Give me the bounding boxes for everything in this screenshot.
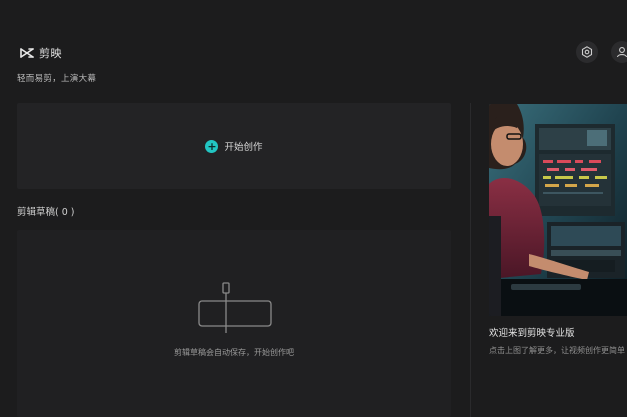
logo: 剪映 [19,45,62,61]
promo-illustration [489,104,627,316]
promo-description: 点击上图了解更多，让视频创作更简单 [489,346,625,355]
user-button[interactable] [611,41,627,63]
promo-title: 欢迎来到剪映专业版 [489,328,575,339]
plus-circle-icon: + [205,139,219,153]
promo-banner-image[interactable] [489,104,627,316]
header: 剪映 轻而易剪，上演大幕 [0,0,627,100]
settings-icon [581,46,593,58]
panel-divider [470,103,471,417]
drafts-list: 剪辑草稿会自动保存，开始创作吧 [17,230,451,417]
start-creating-content: + 开始创作 [205,139,263,153]
capcut-logo-icon [20,48,34,58]
app-name: 剪映 [39,47,62,60]
start-creating-button[interactable]: + 开始创作 [17,103,451,189]
empty-drafts-message: 剪辑草稿会自动保存，开始创作吧 [174,348,294,357]
timeline-illustration-icon [198,282,272,333]
drafts-title: 剪辑草稿( 0 ) [17,207,75,218]
app-window: 剪映 轻而易剪，上演大幕 + 开始创作 剪辑草稿( 0 ) 剪辑草稿会自动保存，… [0,0,627,417]
user-icon [616,47,627,58]
start-creating-label: 开始创作 [224,142,263,153]
settings-button[interactable] [576,41,598,63]
slogan: 轻而易剪，上演大幕 [17,74,97,84]
